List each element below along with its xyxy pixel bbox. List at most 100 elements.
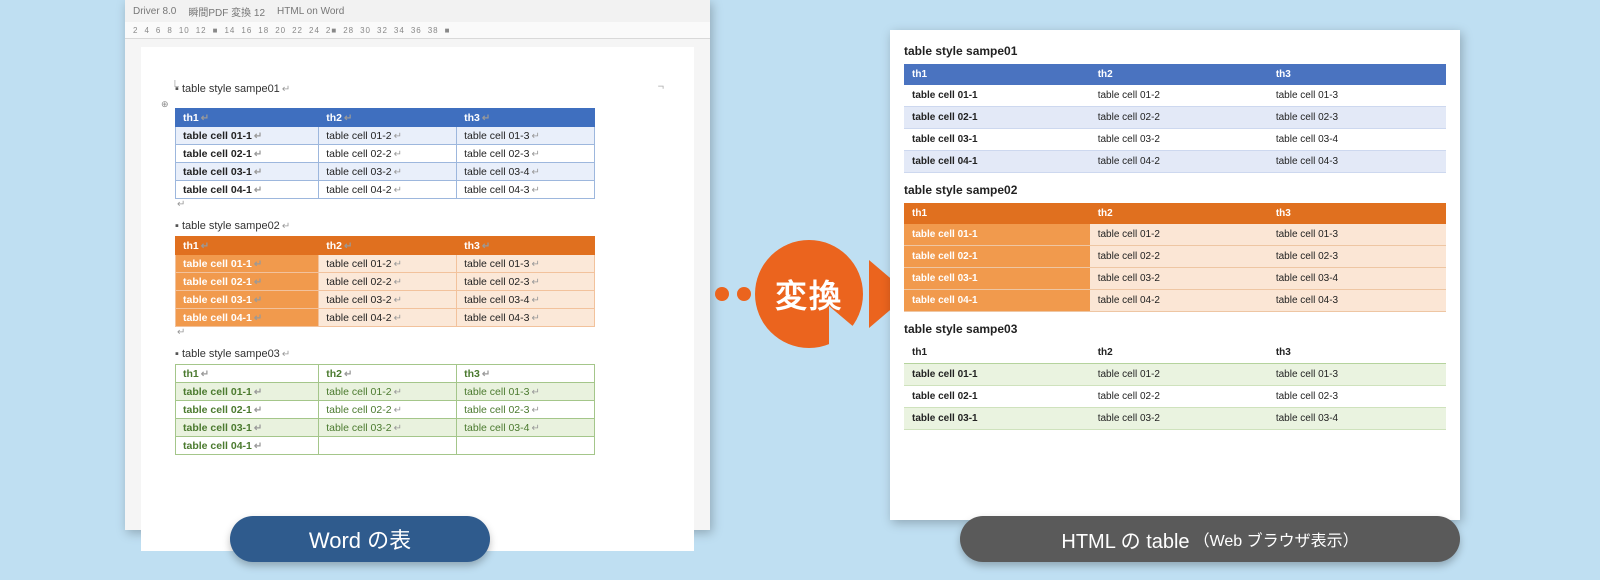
table-cell: table cell 01-3 [1268,85,1446,107]
dot-trail-icon [715,287,751,301]
table-cell: table cell 02-1 [904,386,1090,408]
table-cell: table cell 04-3↵ [457,181,595,199]
word-table-orange: th1↵th2↵th3↵table cell 01-1↵table cell 0… [175,236,595,327]
table-header: th3↵ [457,237,595,255]
table-cell: table cell 01-3↵ [457,127,595,145]
toolbar-pdf: 瞬間PDF 変換 12 [188,4,265,19]
table-row: table cell 01-1↵table cell 01-2↵table ce… [176,383,595,401]
caption-blue: table style sampe01↵ [175,83,660,95]
html-table-orange: th1th2th3table cell 01-1table cell 01-2t… [904,203,1446,312]
table-cell: table cell 03-2↵ [319,163,457,181]
table-cell: table cell 02-3 [1268,107,1446,129]
table-cell: table cell 03-2 [1090,408,1268,430]
table-cell: table cell 02-1↵ [176,145,319,163]
table-cell: table cell 03-2 [1090,268,1268,290]
table-cell: table cell 02-2 [1090,107,1268,129]
table-cell: table cell 02-3 [1268,386,1446,408]
word-toolbar: Driver 8.0 瞬間PDF 変換 12 HTML on Word [125,0,710,22]
table-cell: table cell 04-3 [1268,290,1446,312]
para-mark: ↵ [177,327,660,338]
table-row: table cell 01-1↵table cell 01-2↵table ce… [176,127,595,145]
table-cell: table cell 01-1 [904,85,1090,107]
table-cell: table cell 03-1↵ [176,163,319,181]
table-cell: table cell 01-1↵ [176,127,319,145]
table-cell: table cell 01-2 [1090,85,1268,107]
table-row: table cell 01-1↵table cell 01-2↵table ce… [176,255,595,273]
table-cell [319,437,457,455]
table-cell: table cell 04-2↵ [319,309,457,327]
word-table-blue: th1↵th2↵th3↵table cell 01-1↵table cell 0… [175,108,595,199]
table-cell: table cell 03-4 [1268,268,1446,290]
table-cell: table cell 04-2↵ [319,181,457,199]
caption-green: table style sampe03↵ [175,348,660,360]
table-row: table cell 03-1↵table cell 03-2↵table ce… [176,163,595,181]
table-row: table cell 02-1↵table cell 02-2↵table ce… [176,401,595,419]
browser-caption-green: table style sampe03 [904,322,1446,336]
convert-indicator: 変換 [715,240,909,348]
label-html-text: HTML の table [1061,525,1189,554]
table-cell: table cell 03-2↵ [319,419,457,437]
table-row: table cell 01-1table cell 01-2table cell… [904,85,1446,107]
table-header: th1↵ [176,365,319,383]
table-row: table cell 01-1table cell 01-2table cell… [904,364,1446,386]
table-cell: table cell 04-2 [1090,290,1268,312]
table-cell: table cell 01-1↵ [176,383,319,401]
table-cell: table cell 01-2↵ [319,383,457,401]
toolbar-htmlonword: HTML on Word [277,6,344,17]
table-row: table cell 03-1table cell 03-2table cell… [904,268,1446,290]
table-cell: table cell 03-4↵ [457,291,595,309]
page-corner-icon: └ [171,81,179,93]
table-cell: table cell 01-3 [1268,224,1446,246]
table-cell [457,437,595,455]
table-cell: table cell 04-1↵ [176,309,319,327]
table-cell: table cell 03-1 [904,268,1090,290]
table-row: table cell 03-1table cell 03-2table cell… [904,129,1446,151]
table-cell: table cell 01-2↵ [319,255,457,273]
table-cell: table cell 03-2 [1090,129,1268,151]
table-cell: table cell 03-4 [1268,408,1446,430]
table-row: table cell 03-1table cell 03-2table cell… [904,408,1446,430]
table-cell: table cell 01-2 [1090,224,1268,246]
table-header: th3 [1268,64,1446,85]
label-html: HTML の table （Web ブラウザ表示） [960,516,1460,562]
table-cell: table cell 02-2↵ [319,401,457,419]
table-header: th3↵ [457,109,595,127]
table-cell: table cell 02-1↵ [176,273,319,291]
table-header: th2↵ [319,237,457,255]
table-cell: table cell 03-1↵ [176,419,319,437]
label-word-text: Word の表 [309,523,411,555]
table-cell: table cell 04-1 [904,151,1090,173]
table-row: table cell 01-1table cell 01-2table cell… [904,224,1446,246]
table-cell: table cell 01-1 [904,364,1090,386]
label-html-sub: （Web ブラウザ表示） [1194,527,1359,551]
table-row: table cell 02-1table cell 02-2table cell… [904,386,1446,408]
table-cell: table cell 02-2↵ [319,145,457,163]
table-cell: table cell 02-3↵ [457,145,595,163]
table-cell: table cell 01-2 [1090,364,1268,386]
table-cell: table cell 02-3↵ [457,273,595,291]
table-cell: table cell 03-1 [904,129,1090,151]
table-header: th1↵ [176,109,319,127]
table-header: th2 [1090,342,1268,364]
browser-panel: table style sampe01 th1th2th3table cell … [890,30,1460,520]
table-cell: table cell 04-1↵ [176,437,319,455]
table-cell: table cell 01-3↵ [457,383,595,401]
table-row: table cell 02-1table cell 02-2table cell… [904,246,1446,268]
table-row: table cell 02-1table cell 02-2table cell… [904,107,1446,129]
table-header: th2↵ [319,365,457,383]
table-row: table cell 04-1table cell 04-2table cell… [904,151,1446,173]
word-ruler: 24681012■1416182022242■283032343638■ [125,22,710,39]
table-cell: table cell 01-1↵ [176,255,319,273]
table-header: th3 [1268,203,1446,224]
table-cell: table cell 01-3 [1268,364,1446,386]
html-table-blue: th1th2th3table cell 01-1table cell 01-2t… [904,64,1446,173]
toolbar-driver: Driver 8.0 [133,6,176,17]
table-cell: table cell 04-3↵ [457,309,595,327]
table-cell: table cell 01-3↵ [457,255,595,273]
table-cell: table cell 02-1 [904,246,1090,268]
table-cell: table cell 04-1↵ [176,181,319,199]
table-cell: table cell 02-2↵ [319,273,457,291]
word-page: └ table style sampe01↵ ⊕ th1↵th2↵th3↵tab… [141,47,694,551]
para-mark: ↵ [177,199,660,210]
table-cell: table cell 02-1↵ [176,401,319,419]
